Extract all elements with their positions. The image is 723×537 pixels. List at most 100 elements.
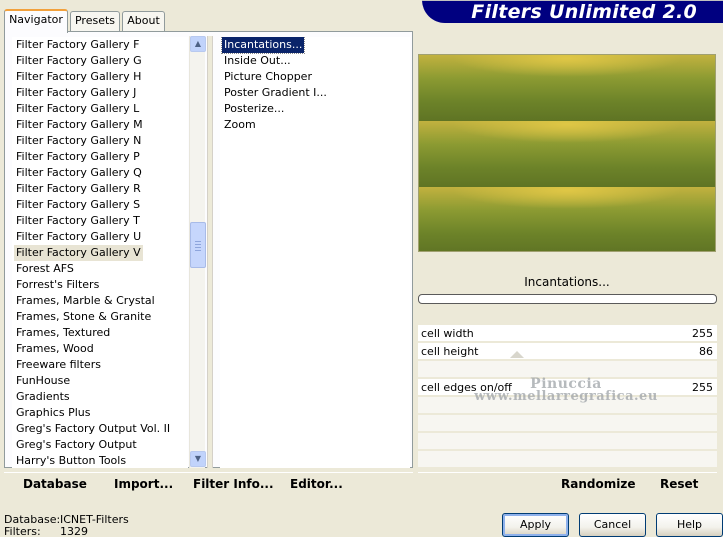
filter-item-label: Incantations... — [220, 37, 306, 54]
apply-button[interactable]: Apply — [502, 513, 569, 537]
category-item-label: Greg's Factory Output — [16, 438, 137, 451]
category-item[interactable]: Filter Factory Gallery U — [12, 229, 188, 245]
category-item[interactable]: Filter Factory Gallery F — [12, 37, 188, 53]
category-item[interactable]: Filter Factory Gallery M — [12, 117, 188, 133]
preview-band — [419, 55, 715, 121]
category-item[interactable]: Greg's Factory Output Vol. II — [12, 421, 188, 437]
category-item[interactable]: Frames, Stone & Granite — [12, 309, 188, 325]
filter-item-label: Picture Chopper — [224, 70, 312, 83]
category-scrollbar[interactable]: ▲ ▼ — [189, 36, 206, 468]
category-item[interactable]: Frames, Textured — [12, 325, 188, 341]
category-item[interactable]: Filter Factory Gallery V — [12, 245, 188, 261]
category-item-label: Filter Factory Gallery N — [16, 134, 142, 147]
category-item-label: Filter Factory Gallery M — [16, 118, 143, 131]
category-item-label: Filter Factory Gallery P — [16, 150, 140, 163]
filter-item-label: Poster Gradient I... — [224, 86, 327, 99]
slider-pointer-icon — [510, 351, 524, 358]
category-item[interactable]: Filter Factory Gallery J — [12, 85, 188, 101]
preview-band — [419, 187, 715, 251]
category-item[interactable]: Frames, Marble & Crystal — [12, 293, 188, 309]
param-cell-width[interactable]: cell width 255 — [418, 325, 717, 342]
watermark-url: www.mellarregrafica.eu — [474, 389, 658, 404]
app-title: Filters Unlimited 2.0 — [471, 1, 697, 23]
scroll-down-arrow-icon[interactable]: ▼ — [190, 451, 206, 467]
category-item[interactable]: Filter Factory Gallery H — [12, 69, 188, 85]
category-item[interactable]: Filter Factory Gallery R — [12, 181, 188, 197]
preview-action-bar: Randomize Reset — [418, 472, 717, 496]
help-button[interactable]: Help — [656, 513, 723, 537]
category-item-label: Filter Factory Gallery F — [16, 38, 140, 51]
watermark: Pinuccia www.mellarregrafica.eu — [466, 376, 666, 404]
param-empty-slot — [418, 451, 717, 468]
category-item[interactable]: FunHouse — [12, 373, 188, 389]
scroll-thumb[interactable] — [190, 222, 206, 268]
param-empty-slot — [418, 433, 717, 450]
selected-filter-name: Incantations... — [524, 275, 610, 289]
category-item[interactable]: Filter Factory Gallery P — [12, 149, 188, 165]
reset-button[interactable]: Reset — [660, 477, 698, 491]
list-divider — [207, 36, 213, 468]
category-item-label: Filter Factory Gallery G — [16, 54, 142, 67]
title-banner: Filters Unlimited 2.0 — [422, 0, 723, 23]
tab-navigator[interactable]: Navigator — [4, 9, 68, 33]
category-item-label: Frames, Stone & Granite — [16, 310, 152, 323]
category-item-label: Filter Factory Gallery S — [16, 198, 141, 211]
category-item-label: Filter Factory Gallery L — [16, 102, 140, 115]
progress-bar — [418, 294, 717, 304]
category-item-label: FunHouse — [16, 374, 71, 387]
scroll-up-arrow-icon[interactable]: ▲ — [190, 36, 206, 52]
category-item-label: Forest AFS — [16, 262, 74, 275]
category-item-label: Greg's Factory Output Vol. II — [16, 422, 171, 435]
category-item-label: Frames, Wood — [16, 342, 94, 355]
category-item[interactable]: Harry's Button Tools — [12, 453, 188, 468]
param-cell-height[interactable]: cell height 86 — [418, 343, 717, 360]
category-item[interactable]: Filter Factory Gallery Q — [12, 165, 188, 181]
status-filters-value: 1329 — [60, 525, 88, 537]
randomize-button[interactable]: Randomize — [561, 477, 635, 491]
category-item[interactable]: Freeware filters — [12, 357, 188, 373]
filter-item[interactable]: Posterize... — [220, 101, 410, 117]
category-item-label: Gradients — [16, 390, 70, 403]
tab-about[interactable]: About — [122, 11, 165, 31]
category-item[interactable]: Filter Factory Gallery S — [12, 197, 188, 213]
param-value: 255 — [692, 381, 713, 394]
category-item-label: Freeware filters — [16, 358, 101, 371]
preview-band — [419, 121, 715, 187]
cancel-button[interactable]: Cancel — [579, 513, 646, 537]
category-item[interactable]: Forrest's Filters — [12, 277, 188, 293]
category-item-label: Forrest's Filters — [16, 278, 100, 291]
filter-item[interactable]: Incantations... — [220, 37, 410, 54]
category-item-label: Graphics Plus — [16, 406, 91, 419]
param-value: 255 — [692, 327, 713, 340]
category-item-label: Harry's Button Tools — [16, 454, 127, 467]
category-item-label: Filter Factory Gallery T — [16, 214, 140, 227]
category-item[interactable]: Gradients — [12, 389, 188, 405]
category-list[interactable]: Filter Factory Gallery F Filter Factory G… — [12, 37, 188, 468]
filter-item-label: Posterize... — [224, 102, 285, 115]
filter-item[interactable]: Zoom — [220, 117, 410, 133]
filter-item[interactable]: Poster Gradient I... — [220, 85, 410, 101]
category-item[interactable]: Filter Factory Gallery G — [12, 53, 188, 69]
category-item[interactable]: Forest AFS — [12, 261, 188, 277]
editor-button[interactable]: Editor... — [290, 477, 343, 491]
category-item[interactable]: Filter Factory Gallery T — [12, 213, 188, 229]
category-item-label: Filter Factory Gallery Q — [16, 166, 142, 179]
category-item[interactable]: Greg's Factory Output — [12, 437, 188, 453]
filter-item[interactable]: Inside Out... — [220, 53, 410, 69]
navigator-action-bar: Database Import... Filter Info... Editor… — [4, 472, 413, 496]
category-item[interactable]: Filter Factory Gallery L — [12, 101, 188, 117]
filter-info-button[interactable]: Filter Info... — [193, 477, 274, 491]
tab-presets[interactable]: Presets — [70, 11, 120, 31]
category-item[interactable]: Graphics Plus — [12, 405, 188, 421]
filter-item[interactable]: Picture Chopper — [220, 69, 410, 85]
database-button[interactable]: Database — [23, 477, 87, 491]
preview-image — [418, 54, 716, 252]
param-empty-slot — [418, 415, 717, 432]
status-filters: Filters: 1329 — [4, 525, 88, 537]
category-item[interactable]: Filter Factory Gallery N — [12, 133, 188, 149]
category-item-label: Filter Factory Gallery H — [16, 70, 142, 83]
filter-list[interactable]: Incantations... Inside Out... Picture Chop… — [220, 37, 410, 468]
category-item[interactable]: Frames, Wood — [12, 341, 188, 357]
filter-item-label: Zoom — [224, 118, 256, 131]
import-button[interactable]: Import... — [114, 477, 173, 491]
